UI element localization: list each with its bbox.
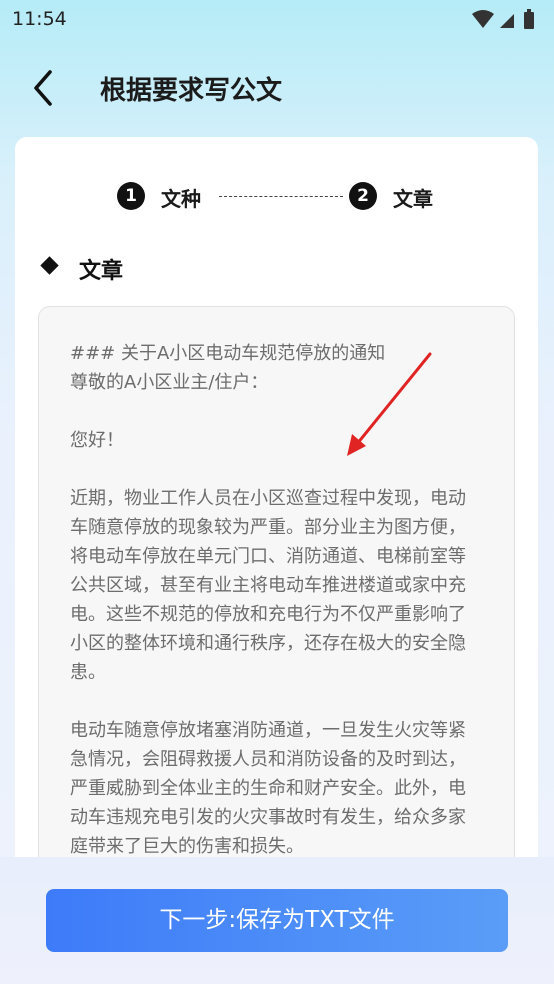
status-time: 11:54: [12, 8, 67, 30]
content-card: 1 文种 2 文章 文章 ### 关于A小区电动车规范停放的通知 尊敬的A小区业…: [15, 137, 538, 857]
status-bar: 11:54: [0, 0, 554, 40]
number-1-icon: 1: [117, 182, 145, 210]
bottom-bar: 下一步:保存为TXT文件: [0, 857, 554, 984]
signal-icon: [500, 14, 514, 28]
wifi-icon: [472, 10, 494, 28]
number-2-icon: 2: [349, 182, 377, 210]
step-label-2: 文章: [393, 187, 433, 211]
step-label-1: 文种: [161, 187, 201, 211]
arrow-left-icon: [34, 70, 52, 106]
back-button[interactable]: [26, 66, 66, 110]
step-connector: [219, 196, 343, 197]
article-textarea[interactable]: ### 关于A小区电动车规范停放的通知 尊敬的A小区业主/住户： 您好！ 近期，…: [38, 306, 515, 857]
app-header: 根据要求写公文: [0, 60, 554, 116]
diamond-bullet-icon: [40, 256, 59, 275]
next-save-txt-button[interactable]: 下一步:保存为TXT文件: [46, 889, 508, 952]
battery-icon: [524, 9, 534, 29]
step-indicator: 1 文种 2 文章: [15, 181, 538, 215]
status-icons: [472, 9, 534, 29]
page-title: 根据要求写公文: [100, 76, 283, 106]
article-text: ### 关于A小区电动车规范停放的通知 尊敬的A小区业主/住户： 您好！ 近期，…: [70, 343, 466, 857]
section-title: 文章: [79, 259, 124, 284]
